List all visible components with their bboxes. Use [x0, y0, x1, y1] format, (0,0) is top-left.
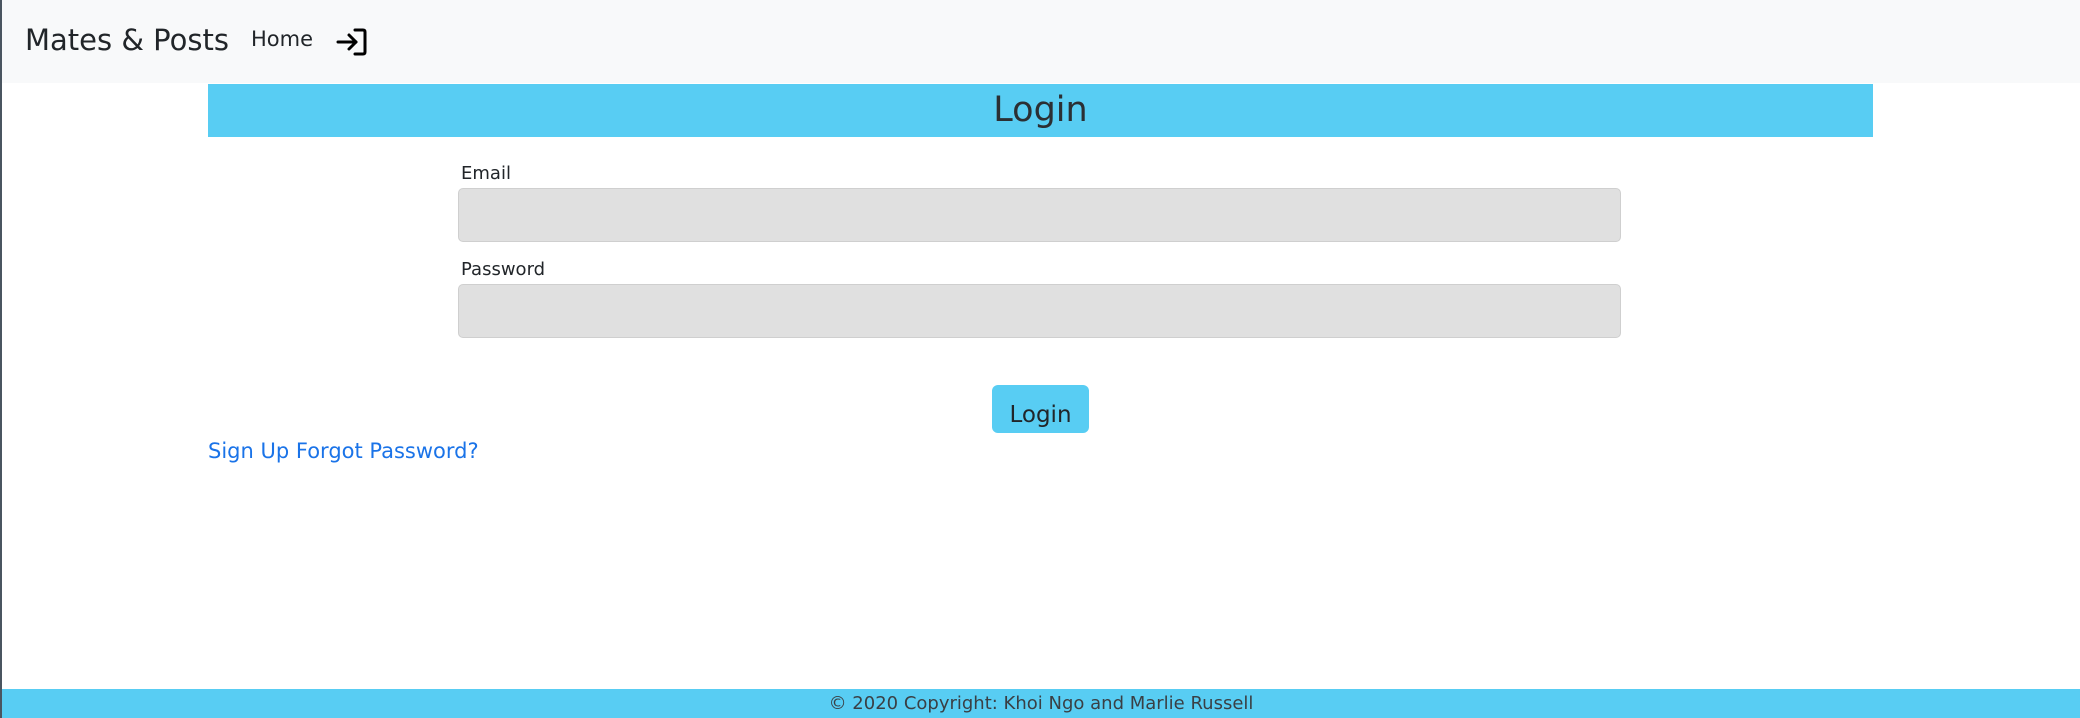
signup-link[interactable]: Sign Up	[208, 439, 289, 463]
password-field[interactable]	[458, 284, 1621, 338]
password-label: Password	[461, 259, 546, 280]
sign-in-icon[interactable]	[334, 24, 370, 60]
login-button[interactable]: Login	[992, 385, 1089, 433]
page: Mates & Posts Home Login Email Password …	[0, 0, 2080, 718]
forgot-password-link[interactable]: Forgot Password?	[296, 439, 479, 463]
footer: © 2020 Copyright: Khoi Ngo and Marlie Ru…	[2, 689, 2080, 718]
auth-links: Sign Up Forgot Password?	[208, 436, 479, 466]
login-header: Login	[208, 84, 1873, 137]
brand-link[interactable]: Mates & Posts	[25, 20, 229, 60]
navbar: Mates & Posts Home	[2, 0, 2080, 83]
page-title: Login	[993, 90, 1088, 130]
email-field[interactable]	[458, 188, 1621, 242]
copyright-text: © 2020 Copyright: Khoi Ngo and Marlie Ru…	[828, 693, 1254, 714]
window-edge	[0, 0, 2, 718]
nav-home-link[interactable]: Home	[251, 24, 313, 54]
email-label: Email	[461, 163, 511, 184]
